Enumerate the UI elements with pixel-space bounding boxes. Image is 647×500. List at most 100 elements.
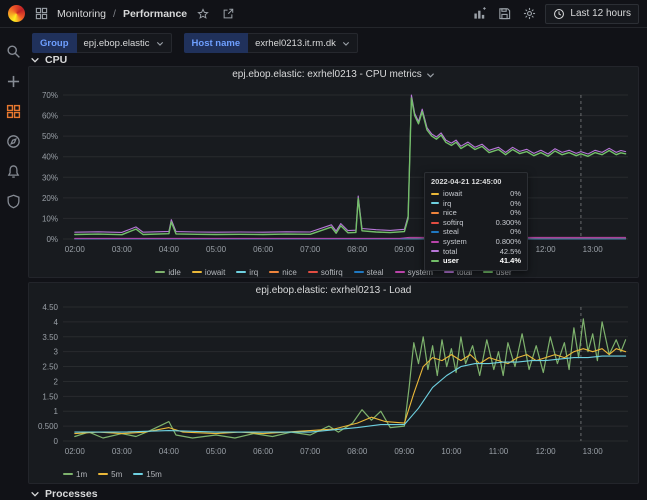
svg-text:06:00: 06:00 <box>253 245 274 254</box>
dashboards-grid-icon[interactable] <box>4 102 22 120</box>
svg-text:10:00: 10:00 <box>441 447 462 456</box>
svg-text:1: 1 <box>54 407 59 416</box>
tooltip-series-name: iowait <box>443 189 463 198</box>
tooltip-row-system: system 0.800% <box>431 237 521 247</box>
legend-label: 5m <box>111 469 123 479</box>
svg-text:1.50: 1.50 <box>42 392 58 401</box>
svg-text:0.500: 0.500 <box>38 422 59 431</box>
legend-item-softirq[interactable]: softirq <box>307 267 343 277</box>
variable-host-dropdown[interactable]: exrhel0213.it.rm.dk <box>248 33 358 53</box>
svg-text:12:00: 12:00 <box>536 245 557 254</box>
legend-swatch <box>63 473 73 475</box>
chevron-down-icon <box>31 57 39 63</box>
panel-load-title[interactable]: epj.ebop.elastic: exrhel0213 - Load <box>29 283 638 299</box>
favorite-star-icon[interactable] <box>194 5 212 23</box>
add-panel-icon[interactable] <box>470 5 488 23</box>
variable-group-value: epj.ebop.elastic <box>83 37 150 49</box>
tooltip-timestamp: 2022-04-21 12:45:00 <box>431 177 502 186</box>
top-nav: Monitoring / Performance Last 12 hours <box>0 0 647 28</box>
tooltip-series-list: iowait 0% irq 0% nice 0% softirq 0.300% steal 0% s… <box>431 189 521 266</box>
tooltip-swatch <box>431 240 439 243</box>
svg-text:07:00: 07:00 <box>300 447 321 456</box>
panel-load: epj.ebop.elastic: exrhel0213 - Load 0 0.5… <box>28 282 639 484</box>
legend-swatch <box>133 473 144 475</box>
svg-text:0%: 0% <box>46 235 58 244</box>
tooltip-swatch <box>431 231 439 234</box>
tooltip-series-name: softirq <box>443 217 464 227</box>
legend-item-15m[interactable]: 15m <box>133 470 162 479</box>
tooltip-series-value: 42.5% <box>499 246 521 256</box>
share-icon[interactable] <box>219 5 237 23</box>
svg-text:04:00: 04:00 <box>159 447 180 456</box>
svg-text:03:00: 03:00 <box>112 447 133 456</box>
svg-text:09:00: 09:00 <box>394 245 415 254</box>
variable-host: Host name exrhel0213.it.rm.dk <box>183 33 358 53</box>
legend-item-5m[interactable]: 5m <box>98 470 122 479</box>
cpu-metrics-chart[interactable]: 0% 10% 20% 30% 40% 50% 60% 70% 02:00 03:00 04:00 05… <box>31 83 636 265</box>
variable-group-dropdown[interactable]: epj.ebop.elastic <box>76 33 172 53</box>
legend-label: nice <box>282 267 297 277</box>
grafana-logo-icon[interactable] <box>8 5 25 22</box>
row-title-cpu: CPU <box>45 54 68 66</box>
tooltip-series-name: steal <box>443 227 459 237</box>
alerting-bell-icon[interactable] <box>4 162 22 180</box>
legend-item-1m[interactable]: 1m <box>63 470 87 479</box>
breadcrumb-page[interactable]: Performance <box>123 8 187 20</box>
legend-item-irq[interactable]: irq <box>236 268 258 277</box>
legend-swatch <box>394 271 405 273</box>
legend-swatch <box>98 473 109 475</box>
tooltip-series-value: 0% <box>510 198 521 208</box>
svg-text:3.50: 3.50 <box>42 333 58 342</box>
tooltip-series-name: system <box>443 236 467 246</box>
explore-compass-icon[interactable] <box>4 132 22 150</box>
svg-text:30%: 30% <box>42 173 58 182</box>
svg-text:07:00: 07:00 <box>300 245 321 254</box>
save-dashboard-icon[interactable] <box>495 5 513 23</box>
svg-text:05:00: 05:00 <box>206 447 227 456</box>
tooltip-series-value: 0.800% <box>495 236 521 246</box>
svg-text:12:00: 12:00 <box>536 447 557 456</box>
tooltip-swatch <box>431 192 439 195</box>
legend-item-nice[interactable]: nice <box>269 268 297 277</box>
legend-item-idle[interactable]: idle <box>155 267 181 277</box>
legend-label: idle <box>168 267 181 277</box>
row-title-processes: Processes <box>45 488 98 500</box>
tooltip-row-irq: irq 0% <box>431 199 521 209</box>
row-header-processes[interactable]: Processes <box>30 488 98 500</box>
svg-text:03:00: 03:00 <box>112 245 133 254</box>
chevron-down-icon <box>156 41 163 46</box>
panel-cpu-metrics-title[interactable]: epj.ebop.elastic: exrhel0213 - CPU metri… <box>29 67 638 83</box>
tooltip-swatch <box>431 202 439 205</box>
svg-text:04:00: 04:00 <box>159 245 180 254</box>
legend-label: softirq <box>320 267 343 277</box>
breadcrumb-section[interactable]: Monitoring <box>57 8 106 20</box>
tooltip-series-name: irq <box>443 198 452 208</box>
svg-text:50%: 50% <box>42 132 58 141</box>
dashboard-settings-gear-icon[interactable] <box>520 5 538 23</box>
svg-text:4: 4 <box>54 318 59 327</box>
load-chart[interactable]: 0 0.500 1 1.50 2 2.50 3 3.50 4 4.50 02:00 03:00 04:0… <box>31 299 636 465</box>
legend-item-iowait[interactable]: iowait <box>191 268 225 277</box>
tooltip-row-total: total 42.5% <box>431 247 521 257</box>
tooltip-row-iowait: iowait 0% <box>431 189 521 199</box>
svg-text:10%: 10% <box>42 214 58 223</box>
legend-item-steal[interactable]: steal <box>353 268 384 277</box>
svg-text:08:00: 08:00 <box>347 245 368 254</box>
svg-text:20%: 20% <box>42 194 58 203</box>
row-header-cpu[interactable]: CPU <box>30 54 67 66</box>
time-range-picker[interactable]: Last 12 hours <box>545 3 639 24</box>
svg-text:70%: 70% <box>42 91 58 100</box>
svg-text:08:00: 08:00 <box>347 447 368 456</box>
legend-label: irq <box>249 267 259 277</box>
tooltip-series-name: nice <box>443 208 457 218</box>
panel-title-text: epj.ebop.elastic: exrhel0213 - CPU metri… <box>232 69 422 80</box>
tooltip-series-value: 0.300% <box>495 217 521 227</box>
tooltip-series-name: user <box>443 256 459 266</box>
create-plus-icon[interactable] <box>4 72 22 90</box>
svg-text:09:00: 09:00 <box>394 447 415 456</box>
admin-shield-icon[interactable] <box>4 192 22 210</box>
legend-swatch <box>483 271 494 273</box>
search-icon[interactable] <box>4 42 22 60</box>
svg-text:3: 3 <box>54 348 59 357</box>
time-range-label: Last 12 hours <box>570 8 631 19</box>
